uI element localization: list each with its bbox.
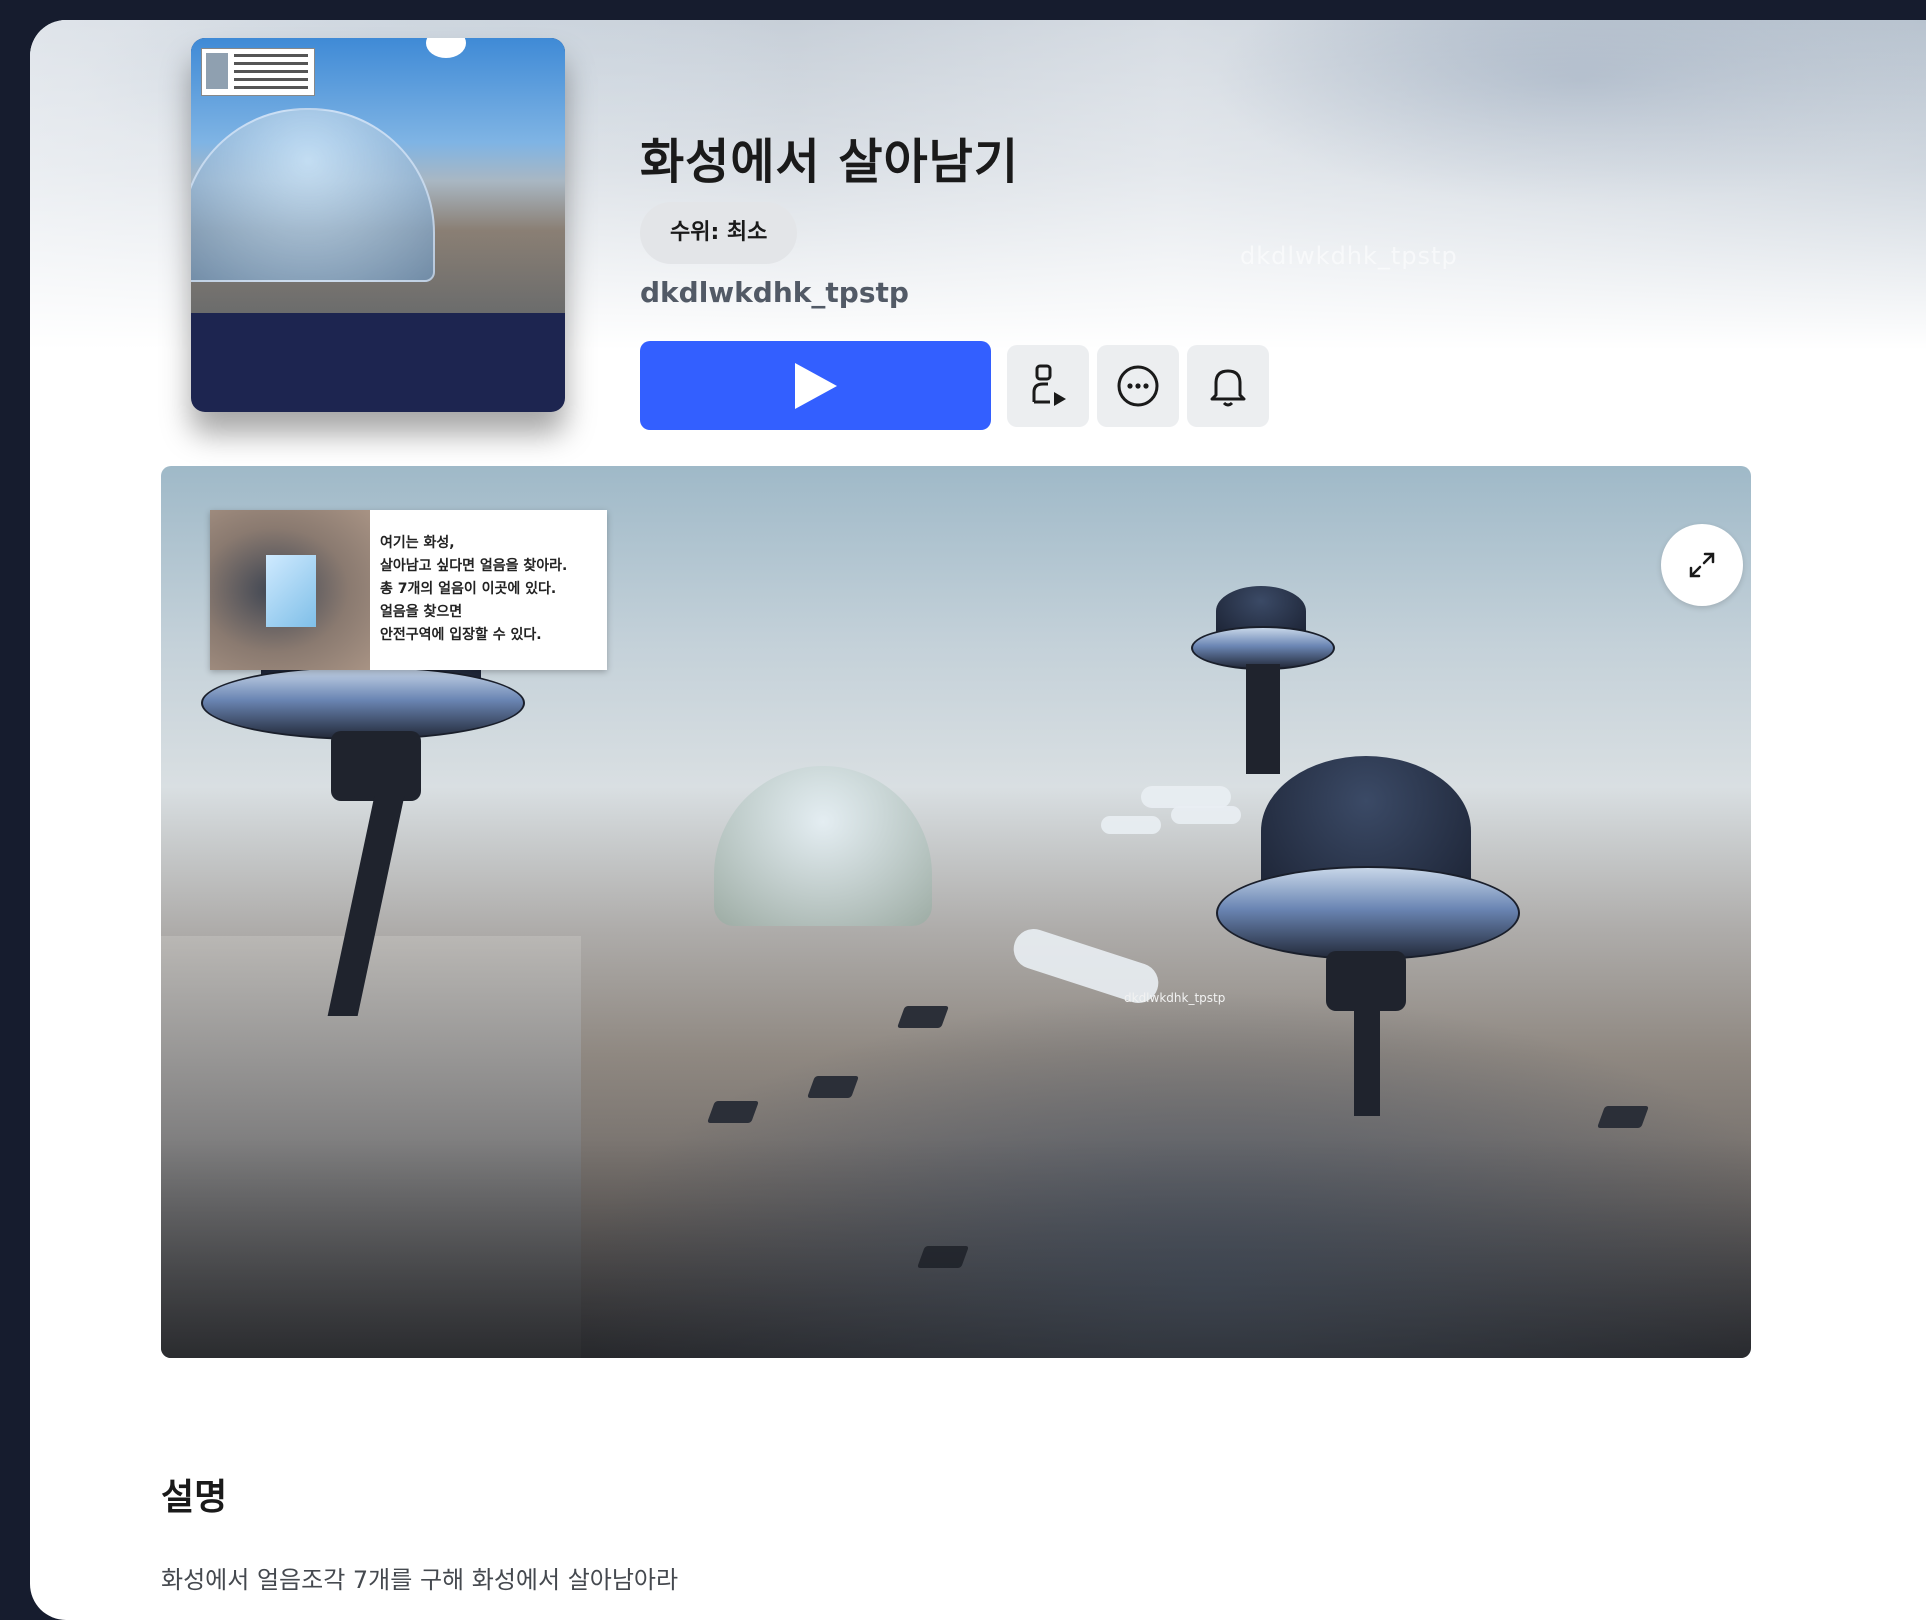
player-name-tag: dkdlwkdhk_tpstp [1124,991,1226,1005]
notify-button[interactable] [1187,345,1269,427]
info-line: 안전구역에 입장할 수 있다. [380,627,542,643]
expand-button[interactable] [1661,524,1743,606]
maturity-badge: 수위: 최소 [640,202,798,264]
info-line: 총 7개의 얼음이 이곳에 있다. [380,581,557,597]
description-text: 화성에서 얼음조각 7개를 구해 화성에서 살아남아라 [161,1566,679,1594]
ice-image [210,510,370,670]
description-heading: 설명 [161,1477,228,1518]
more-icon [1117,365,1159,407]
glass-dome [714,766,932,926]
play-button[interactable] [640,341,991,430]
thumbnail-dome [191,108,435,282]
space-station-back [1191,586,1335,776]
thumbnail-scene [191,38,565,313]
space-station-right [1216,756,1520,1116]
info-line: 얼음을 찾으면 [380,604,463,620]
banner-watermark: dkdlwkdhk_tpstp [1240,242,1458,270]
info-card-text: 여기는 화성, 살아남고 싶다면 얼음을 찾아라. 총 7개의 얼음이 이곳에 … [380,532,567,647]
info-line: 여기는 화성, [380,535,455,551]
creator-link[interactable]: dkdlwkdhk_tpstp [640,276,909,309]
more-button[interactable] [1097,345,1179,427]
experience-title: 화성에서 살아남기 [640,134,1019,190]
avatar-play-button[interactable] [1007,345,1089,427]
expand-icon [1689,552,1715,578]
play-icon [794,362,837,409]
bell-icon [1210,369,1246,407]
thumbnail-note [201,48,315,96]
info-line: 살아남고 싶다면 얼음을 찾아라. [380,558,568,574]
info-card: 여기는 화성, 살아남고 싶다면 얼음을 찾아라. 총 7개의 얼음이 이곳에 … [210,510,607,670]
avatar-play-icon [1032,364,1066,406]
experience-thumbnail [191,38,565,412]
